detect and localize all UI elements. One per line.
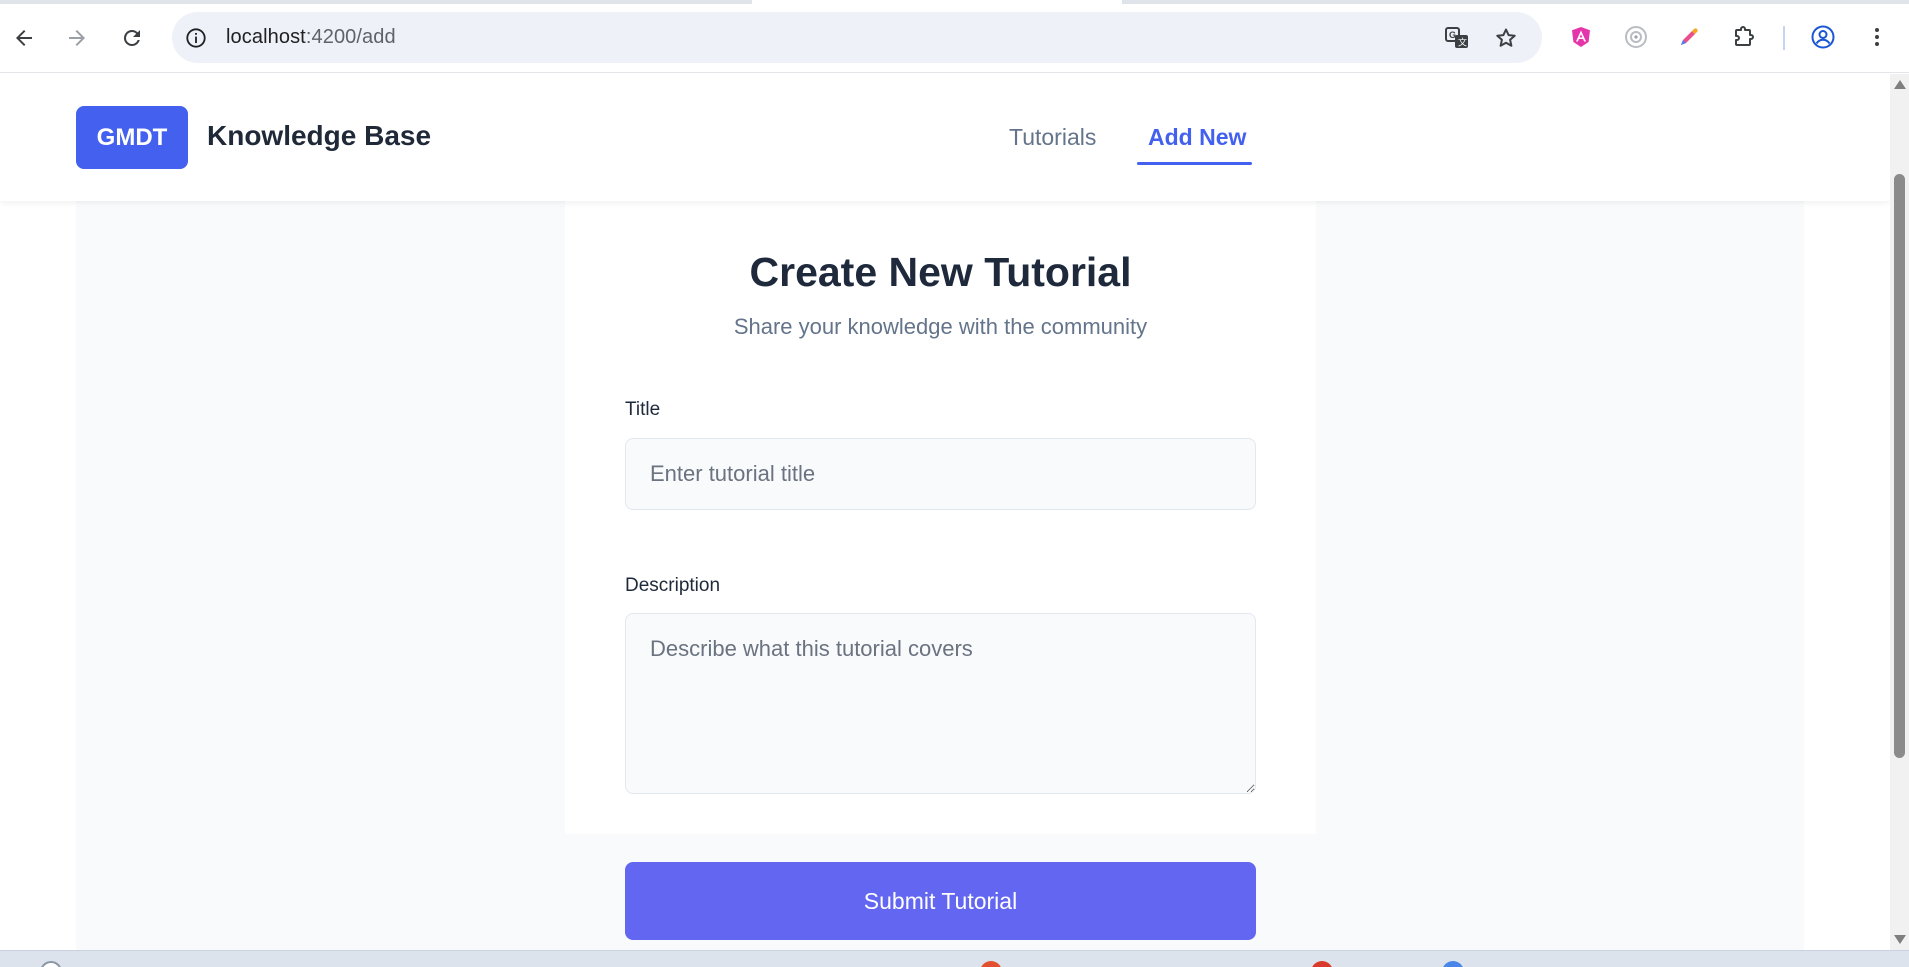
address-bar[interactable]: localhost:4200/add G文 <box>172 12 1542 63</box>
browser-toolbar: localhost:4200/add G文 <box>0 0 1909 73</box>
kebab-menu-icon <box>1875 28 1879 46</box>
description-label: Description <box>625 575 721 596</box>
reload-icon <box>123 29 140 46</box>
nav-link-add-new[interactable]: Add New <box>1148 124 1246 151</box>
description-textarea[interactable] <box>625 613 1256 794</box>
translate-icon: G文 <box>1445 27 1468 48</box>
taskbar-app-icon[interactable] <box>40 961 62 967</box>
browser-menu-button[interactable] <box>1862 22 1892 52</box>
url-path: :4200/add <box>305 26 396 48</box>
color-picker-button[interactable] <box>1674 22 1704 52</box>
extension-circle-icon <box>1625 26 1647 48</box>
page-viewport: GMDT Knowledge Base Tutorials Add New Cr… <box>0 74 1890 950</box>
taskbar-app-icon[interactable] <box>1311 961 1333 967</box>
nav-link-tutorials[interactable]: Tutorials <box>1009 124 1096 151</box>
active-nav-indicator <box>1137 162 1252 165</box>
svg-text:G: G <box>1449 30 1456 40</box>
translate-button[interactable]: G文 <box>1444 25 1470 51</box>
profile-button[interactable] <box>1808 22 1838 52</box>
title-input[interactable] <box>625 438 1256 510</box>
page-title: Create New Tutorial <box>749 249 1132 295</box>
tab-strip-edge <box>0 0 752 4</box>
reload-button[interactable] <box>116 22 148 54</box>
angular-devtools-icon <box>1572 27 1590 47</box>
url-text: localhost:4200/add <box>226 26 396 49</box>
extension-circle-button[interactable] <box>1621 22 1651 52</box>
extensions-button[interactable] <box>1729 22 1759 52</box>
bookmark-button[interactable] <box>1493 25 1519 51</box>
app-header: GMDT Knowledge Base Tutorials Add New <box>0 74 1890 201</box>
scroll-up-arrow[interactable] <box>1894 80 1906 89</box>
title-label: Title <box>625 399 661 420</box>
profile-icon <box>1811 25 1835 49</box>
back-button[interactable] <box>8 22 40 54</box>
arrow-left-icon <box>16 30 32 46</box>
toolbar-divider <box>1783 26 1785 50</box>
scrollbar-thumb[interactable] <box>1894 174 1905 758</box>
site-info-button[interactable] <box>183 25 209 51</box>
angular-devtools-button[interactable] <box>1566 22 1596 52</box>
forward-button[interactable] <box>61 22 93 54</box>
logo-badge[interactable]: GMDT <box>76 106 188 169</box>
info-icon <box>186 28 206 48</box>
taskbar-app-icon[interactable] <box>1442 961 1464 967</box>
svg-text:文: 文 <box>1458 37 1467 48</box>
scroll-down-arrow[interactable] <box>1894 935 1906 944</box>
submit-tutorial-button[interactable]: Submit Tutorial <box>625 862 1256 940</box>
page-subtitle: Share your knowledge with the community <box>733 314 1148 339</box>
url-host: localhost <box>226 26 306 48</box>
os-taskbar <box>0 950 1909 967</box>
taskbar-app-icon[interactable] <box>980 961 1002 967</box>
star-icon <box>1496 28 1516 47</box>
tab-strip-edge <box>1122 0 1909 4</box>
page-scrollbar[interactable] <box>1890 74 1909 950</box>
puzzle-icon <box>1735 26 1754 46</box>
color-picker-icon <box>1681 28 1698 45</box>
arrow-right-icon <box>69 30 85 46</box>
brand-name[interactable]: Knowledge Base <box>207 120 431 152</box>
